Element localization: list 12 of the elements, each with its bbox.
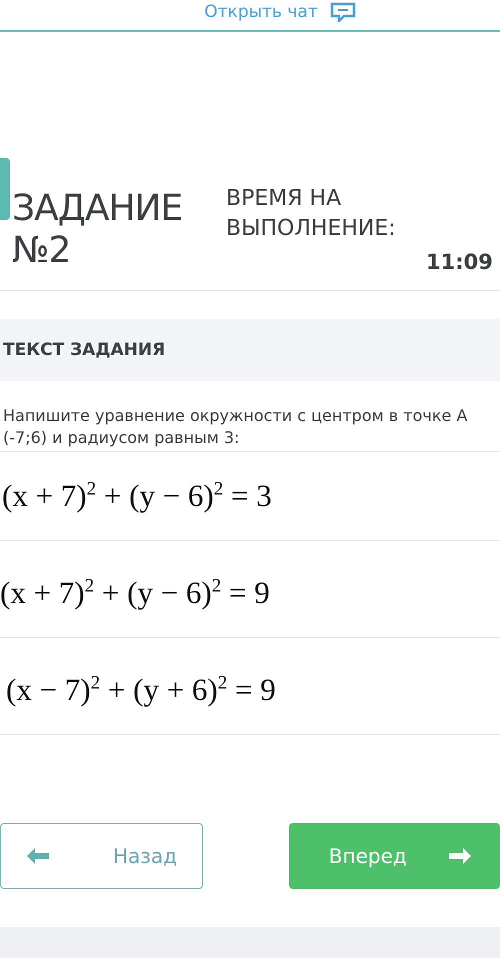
time-value: 11:09 bbox=[426, 250, 493, 274]
arrow-right-icon bbox=[448, 848, 471, 864]
task-title: ЗАДАНИЕ №2 bbox=[12, 188, 184, 272]
answer-option[interactable]: (x − 7)$^{2}$ + (y + 6)$^{2}$ = 9 bbox=[0, 646, 500, 735]
side-tab[interactable] bbox=[0, 158, 10, 220]
arrow-left-icon bbox=[27, 848, 49, 864]
time-label: ВРЕМЯ НА ВЫПОЛНЕНИЕ: bbox=[226, 185, 397, 243]
answer-option[interactable]: (x + 7)$^{2}$ + (y − 6)$^{2}$ = 9 bbox=[0, 549, 500, 638]
answer-option[interactable]: (x + 7)$^{2}$ + (y − 6)$^{2}$ = 3 bbox=[0, 452, 500, 541]
section-heading: ТЕКСТ ЗАДАНИЯ bbox=[3, 340, 166, 360]
chat-icon bbox=[330, 2, 356, 22]
question-text: Напишите уравнение окружности с центром в точке А (-7;6) и радиусом равным 3: bbox=[0, 405, 500, 452]
